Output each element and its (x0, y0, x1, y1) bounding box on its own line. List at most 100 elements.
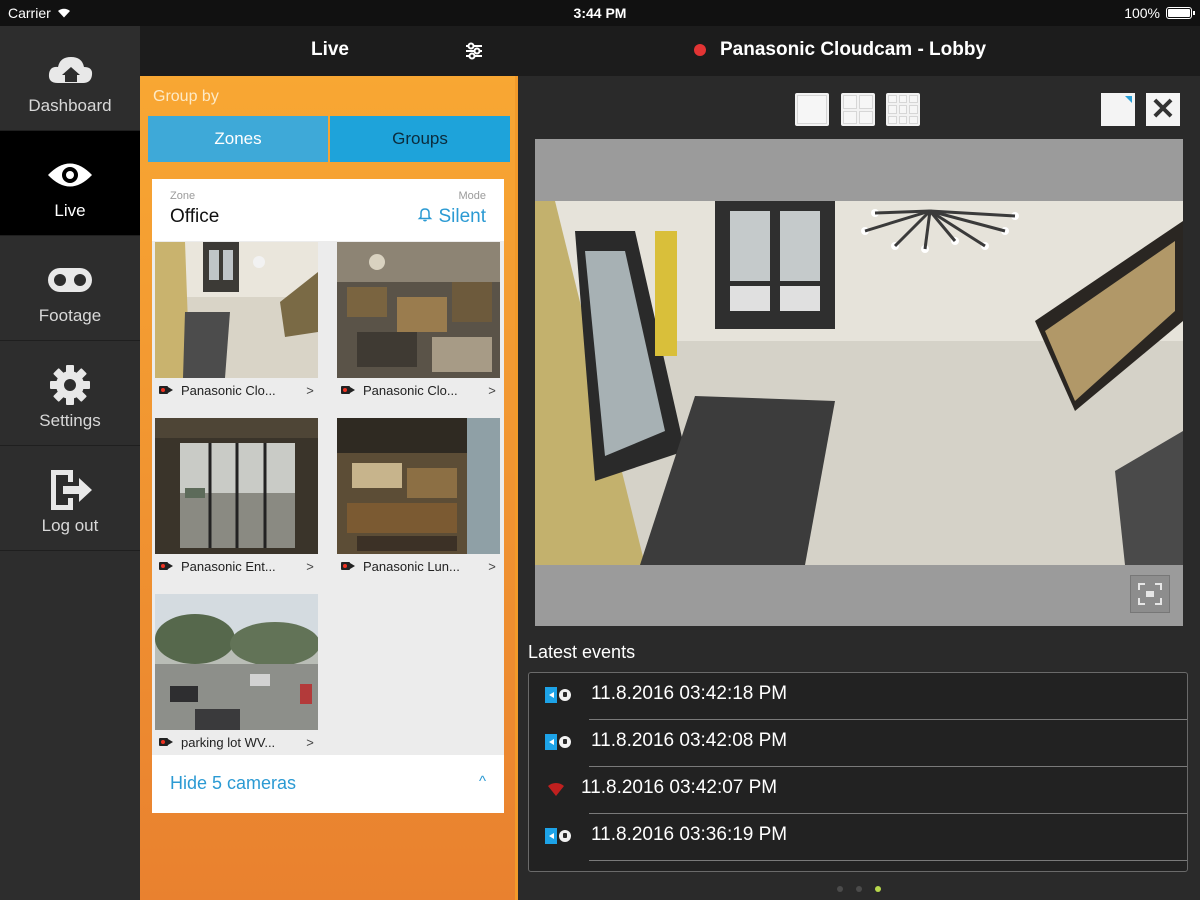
zone-card: Zone Office Mode Silent Panasonic Clo...… (152, 179, 504, 813)
motion-event-icon (545, 733, 575, 751)
motion-event-icon (545, 827, 575, 845)
camera-caption: Panasonic Ent... > (155, 554, 318, 578)
layout-3x3-button[interactable] (886, 93, 920, 126)
chevron-right-icon: > (488, 382, 496, 398)
camera-caption: Panasonic Clo... > (155, 378, 318, 402)
battery-icon (1166, 7, 1195, 19)
battery-percent: 100% (1124, 5, 1160, 21)
mode-value: Silent (438, 206, 486, 227)
close-icon: ✕ (1150, 93, 1176, 126)
corner-expand-icon (1125, 96, 1132, 103)
page-dot[interactable] (837, 886, 843, 892)
gear-icon (0, 363, 140, 407)
camera-caption: Panasonic Clo... > (337, 378, 500, 402)
cloud-home-icon (0, 48, 140, 92)
video-frame (535, 139, 1183, 626)
chevron-right-icon: > (306, 558, 314, 574)
sidebar-item-footage[interactable]: Footage (0, 236, 140, 341)
event-row[interactable]: 11.8.2016 03:42:07 PM (529, 767, 1187, 814)
camera-thumbnail[interactable]: Panasonic Clo... > (337, 242, 500, 402)
sidebar-item-label: Settings (39, 411, 101, 430)
event-row[interactable]: 11.8.2016 03:36:19 PM (529, 814, 1187, 861)
zone-caption: Zone (170, 190, 196, 202)
camera-preview-image (155, 418, 318, 554)
expand-button[interactable] (1101, 93, 1135, 126)
segment-groups[interactable]: Groups (330, 116, 510, 162)
event-row[interactable]: 11.8.2016 03:42:18 PM (529, 673, 1187, 720)
sidebar-item-label: Live (54, 201, 86, 220)
event-time: 11.8.2016 03:42:08 PM (591, 730, 788, 751)
group-panel: Group by Zones Groups Zone Office Mode S… (140, 76, 518, 900)
camera-caption: parking lot WV... > (155, 730, 318, 754)
hide-cameras-label: Hide 5 cameras (170, 773, 297, 793)
battery-indicator: 100% (1124, 5, 1195, 21)
camera-title-text: Panasonic Cloudcam - Lobby (720, 39, 987, 60)
camera-thumbnail[interactable]: Panasonic Clo... > (155, 242, 318, 402)
layout-2x2-button[interactable] (841, 93, 875, 126)
live-video-feed[interactable] (535, 201, 1183, 565)
fullscreen-button[interactable] (1130, 575, 1170, 613)
camera-icon (159, 561, 173, 571)
sidebar-item-live[interactable]: Live (0, 131, 140, 236)
event-time: 11.8.2016 03:36:19 PM (591, 824, 788, 845)
wifi-signal-icon (545, 780, 575, 798)
layout-2x2-icon (843, 95, 873, 124)
camera-preview-image (337, 242, 500, 378)
chevron-right-icon: > (488, 558, 496, 574)
sidebar-item-logout[interactable]: Log out (0, 446, 140, 551)
eye-icon (0, 153, 140, 197)
sidebar-item-label: Footage (38, 306, 102, 325)
camera-name: Panasonic Clo... (363, 382, 458, 398)
page-dot-active[interactable] (875, 886, 881, 892)
camera-title: Panasonic Cloudcam - Lobby (694, 39, 986, 61)
camera-viewer: ✕ Latest events 11.8.2016 03:42:18 PM 11… (518, 76, 1200, 900)
layout-3x3-icon (888, 95, 918, 124)
sidebar-item-label: Dashboard (28, 96, 112, 115)
camera-name: Panasonic Ent... (181, 558, 276, 574)
page-dot[interactable] (856, 886, 862, 892)
events-title: Latest events (528, 642, 636, 662)
event-row[interactable]: 11.8.2016 03:42:08 PM (529, 720, 1187, 767)
bell-icon (417, 206, 433, 228)
sidebar-item-dashboard[interactable]: Dashboard (0, 26, 140, 131)
hide-cameras-button[interactable]: Hide 5 cameras ^ (152, 755, 504, 813)
event-time: 11.8.2016 03:42:18 PM (591, 683, 788, 704)
sidebar-item-settings[interactable]: Settings (0, 341, 140, 446)
camera-name: Panasonic Clo... (181, 382, 276, 398)
events-list: 11.8.2016 03:42:18 PM 11.8.2016 03:42:08… (528, 672, 1188, 872)
camera-preview-image (337, 418, 500, 554)
mode-toggle[interactable]: Silent (417, 206, 486, 228)
camera-thumbnail[interactable]: parking lot WV... > (155, 594, 318, 754)
sidebar: Dashboard Live Footage Settings Log out (0, 26, 140, 900)
zone-name: Office (170, 206, 220, 227)
camera-name: parking lot WV... (181, 734, 276, 750)
clock: 3:44 PM (573, 5, 627, 21)
layout-single-button[interactable] (795, 93, 829, 126)
camera-name: Panasonic Lun... (363, 558, 460, 574)
camera-thumbnail[interactable]: Panasonic Ent... > (155, 418, 318, 578)
camera-icon (341, 385, 355, 395)
zone-header: Zone Office Mode Silent (152, 179, 504, 241)
camera-icon (159, 385, 173, 395)
section-title: Live (310, 39, 350, 60)
event-time: 11.8.2016 03:42:07 PM (581, 777, 778, 798)
page-indicator (518, 886, 1200, 892)
status-bar: Carrier 3:44 PM 100% (0, 0, 1200, 26)
camera-preview-image (155, 594, 318, 730)
recording-dot-icon (694, 44, 706, 56)
logout-icon (0, 468, 140, 512)
camera-icon (341, 561, 355, 571)
segment-zones[interactable]: Zones (148, 116, 328, 162)
camera-caption: Panasonic Lun... > (337, 554, 500, 578)
camera-thumbnail[interactable]: Panasonic Lun... > (337, 418, 500, 578)
filter-sliders-icon[interactable] (463, 40, 485, 62)
tape-icon (0, 258, 140, 302)
motion-event-icon (545, 686, 575, 704)
close-button[interactable]: ✕ (1146, 93, 1180, 126)
top-header: Live Panasonic Cloudcam - Lobby (140, 26, 1200, 76)
chevron-up-icon: ^ (478, 773, 486, 790)
sidebar-item-label: Log out (41, 516, 99, 535)
chevron-right-icon: > (306, 382, 314, 398)
chevron-right-icon: > (306, 734, 314, 750)
fullscreen-icon (1138, 583, 1162, 605)
